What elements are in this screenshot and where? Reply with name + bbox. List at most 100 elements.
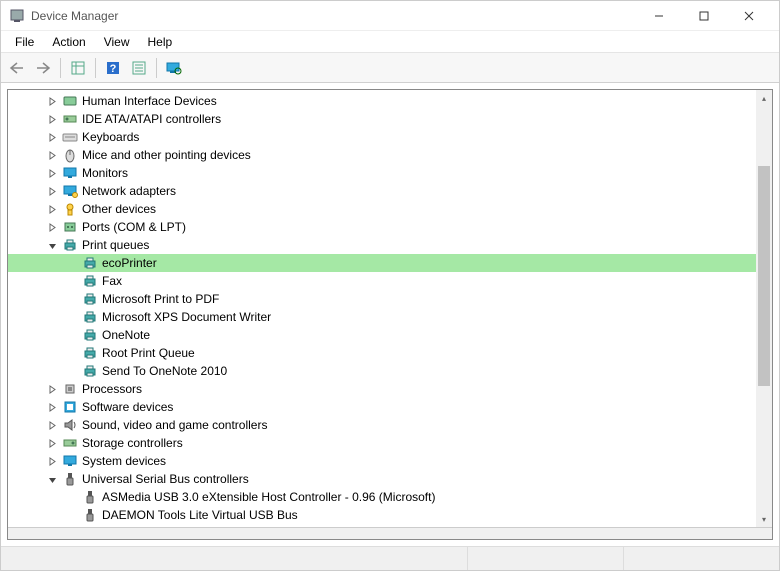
toolbar-separator <box>95 58 96 78</box>
collapse-icon[interactable] <box>46 473 58 485</box>
tree-node[interactable]: ecoPrinter <box>8 254 756 272</box>
menu-file[interactable]: File <box>7 33 42 51</box>
tree-node-label: OneNote <box>102 328 150 342</box>
tree-node-label: Monitors <box>82 166 128 180</box>
device-tree[interactable]: Human Interface DevicesIDE ATA/ATAPI con… <box>8 90 756 527</box>
tree-node-label: Other devices <box>82 202 156 216</box>
software-icon <box>62 399 78 415</box>
scan-hardware-button[interactable] <box>162 56 186 80</box>
tree-node[interactable]: OneNote <box>8 326 756 344</box>
tree-node-label: Mice and other pointing devices <box>82 148 251 162</box>
tree-node[interactable]: Human Interface Devices <box>8 92 756 110</box>
tree-node[interactable]: ASMedia USB 3.0 eXtensible Host Controll… <box>8 488 756 506</box>
tree-node[interactable]: Send To OneNote 2010 <box>8 362 756 380</box>
tree-node-label: Storage controllers <box>82 436 183 450</box>
tree-node[interactable]: Software devices <box>8 398 756 416</box>
expand-icon[interactable] <box>46 221 58 233</box>
tree-node-label: Print queues <box>82 238 149 252</box>
tree-node[interactable]: Network adapters <box>8 182 756 200</box>
tree-node[interactable]: System devices <box>8 452 756 470</box>
tree-node-label: ecoPrinter <box>102 256 157 270</box>
printer-icon <box>82 291 98 307</box>
printer-icon <box>82 327 98 343</box>
tree-node[interactable]: Storage controllers <box>8 434 756 452</box>
tree-node-label: Network adapters <box>82 184 176 198</box>
close-button[interactable] <box>726 2 771 30</box>
back-button[interactable] <box>5 56 29 80</box>
tree-node[interactable]: Processors <box>8 380 756 398</box>
tree-node[interactable]: Fax <box>8 272 756 290</box>
tree-node[interactable]: Ports (COM & LPT) <box>8 218 756 236</box>
tree-node[interactable]: Sound, video and game controllers <box>8 416 756 434</box>
expand-icon[interactable] <box>46 419 58 431</box>
app-icon <box>9 8 25 24</box>
tree-node-label: Keyboards <box>82 130 139 144</box>
tree-node-label: Sound, video and game controllers <box>82 418 267 432</box>
content-pane: Human Interface DevicesIDE ATA/ATAPI con… <box>7 89 773 540</box>
toolbar-separator <box>156 58 157 78</box>
cpu-icon <box>62 381 78 397</box>
mouse-icon <box>62 147 78 163</box>
ide-icon <box>62 111 78 127</box>
scroll-down-button[interactable]: ▾ <box>756 511 772 527</box>
tree-node-label: Software devices <box>82 400 173 414</box>
tree-node-label: ASMedia USB 3.0 eXtensible Host Controll… <box>102 490 435 504</box>
tree-node[interactable]: Microsoft XPS Document Writer <box>8 308 756 326</box>
tree-node[interactable]: Mice and other pointing devices <box>8 146 756 164</box>
menu-help[interactable]: Help <box>140 33 181 51</box>
tree-node-label: Root Print Queue <box>102 346 195 360</box>
tree-node-label: Send To OneNote 2010 <box>102 364 227 378</box>
tree-node[interactable]: Keyboards <box>8 128 756 146</box>
menu-action[interactable]: Action <box>44 33 93 51</box>
scroll-up-button[interactable]: ▴ <box>756 90 772 106</box>
toolbar: ? <box>1 53 779 83</box>
minimize-button[interactable] <box>636 2 681 30</box>
maximize-button[interactable] <box>681 2 726 30</box>
collapse-icon[interactable] <box>46 239 58 251</box>
printer-icon <box>82 363 98 379</box>
tree-node[interactable]: Microsoft Print to PDF <box>8 290 756 308</box>
expand-icon[interactable] <box>46 185 58 197</box>
tree-node[interactable]: DAEMON Tools Lite Virtual USB Bus <box>8 506 756 524</box>
window-title: Device Manager <box>31 9 636 23</box>
tree-node[interactable]: Monitors <box>8 164 756 182</box>
vertical-scrollbar[interactable]: ▴ ▾ <box>756 90 772 527</box>
properties-button[interactable] <box>127 56 151 80</box>
expand-icon[interactable] <box>46 203 58 215</box>
printer-icon <box>62 237 78 253</box>
show-hide-tree-button[interactable] <box>66 56 90 80</box>
scroll-thumb[interactable] <box>758 166 770 386</box>
tree-node[interactable]: Universal Serial Bus controllers <box>8 470 756 488</box>
tree-node-label: DAEMON Tools Lite Virtual USB Bus <box>102 508 298 522</box>
tree-node-label: Fax <box>102 274 122 288</box>
svg-text:?: ? <box>110 63 117 75</box>
expand-icon[interactable] <box>46 401 58 413</box>
tree-node[interactable]: IDE ATA/ATAPI controllers <box>8 110 756 128</box>
expand-icon[interactable] <box>46 437 58 449</box>
usb-icon <box>82 489 98 505</box>
other-icon <box>62 201 78 217</box>
printer-icon <box>82 255 98 271</box>
content-statusbar <box>8 527 772 539</box>
tree-node[interactable]: Root Print Queue <box>8 344 756 362</box>
tree-node[interactable]: Other devices <box>8 200 756 218</box>
tree-node-label: Microsoft XPS Document Writer <box>102 310 271 324</box>
menu-bar: File Action View Help <box>1 31 779 53</box>
menu-view[interactable]: View <box>96 33 138 51</box>
sound-icon <box>62 417 78 433</box>
expand-icon[interactable] <box>46 455 58 467</box>
monitor-icon <box>62 165 78 181</box>
expand-icon[interactable] <box>46 95 58 107</box>
tree-node-label: Processors <box>82 382 142 396</box>
help-button[interactable]: ? <box>101 56 125 80</box>
expand-icon[interactable] <box>46 131 58 143</box>
expand-icon[interactable] <box>46 167 58 179</box>
tree-node-label: System devices <box>82 454 166 468</box>
tree-node[interactable]: Print queues <box>8 236 756 254</box>
usb-icon <box>82 507 98 523</box>
forward-button[interactable] <box>31 56 55 80</box>
expand-icon[interactable] <box>46 383 58 395</box>
hid-icon <box>62 93 78 109</box>
expand-icon[interactable] <box>46 149 58 161</box>
expand-icon[interactable] <box>46 113 58 125</box>
